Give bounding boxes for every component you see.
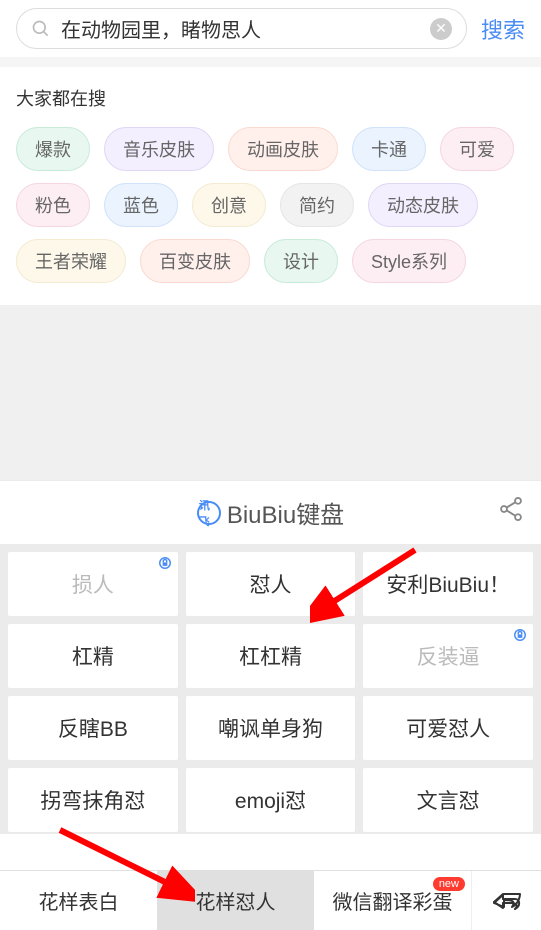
trending-title: 大家都在搜 [16, 85, 525, 111]
keyboard-cell[interactable]: 安利BiuBiu！ [363, 552, 533, 616]
trending-tag[interactable]: 设计 [264, 239, 338, 283]
keyboard-header: 讯飞 BiuBiu键盘 [0, 480, 541, 544]
trending-tag[interactable]: Style系列 [352, 239, 466, 283]
keyboard-cell[interactable]: 杠杠精 [186, 624, 356, 688]
keyboard-cell[interactable]: 拐弯抹角怼 [8, 768, 178, 832]
trending-tag[interactable]: 蓝色 [104, 183, 178, 227]
keyboard-cell[interactable]: 可爱怼人 [363, 696, 533, 760]
keyboard-cell[interactable]: 怼人 [186, 552, 356, 616]
share-button[interactable] [497, 495, 525, 528]
trending-tag[interactable]: 动态皮肤 [368, 183, 478, 227]
search-icon [31, 19, 51, 39]
search-input[interactable] [61, 17, 420, 40]
keyboard-cell[interactable]: 嘲讽单身狗 [186, 696, 356, 760]
trending-tag[interactable]: 创意 [192, 183, 266, 227]
clear-icon[interactable]: ✕ [430, 18, 452, 40]
keyboard-cell[interactable]: 文言怼 [363, 768, 533, 832]
bottom-tab[interactable]: 花样表白 [0, 871, 157, 930]
bottom-bar: 花样表白花样怼人微信翻译彩蛋new [0, 870, 541, 930]
trending-tag[interactable]: 王者荣耀 [16, 239, 126, 283]
keyboard-cell[interactable]: 损人 [8, 552, 178, 616]
trending-section: 大家都在搜 爆款音乐皮肤动画皮肤卡通可爱粉色蓝色创意简约动态皮肤王者荣耀百变皮肤… [0, 67, 541, 305]
keyboard-body: 损人怼人安利BiuBiu！ 杠精杠杠精反装逼反瞎BB嘲讽单身狗可爱怼人拐弯抹角怼e… [0, 544, 541, 834]
keyboard-title: BiuBiu键盘 [227, 495, 344, 530]
iflytek-logo-icon: 讯飞 [197, 501, 221, 525]
trending-tag[interactable]: 简约 [280, 183, 354, 227]
keyboard-cell[interactable]: 反装逼 [363, 624, 533, 688]
trending-tag[interactable]: 爆款 [16, 127, 90, 171]
trending-tag[interactable]: 动画皮肤 [228, 127, 338, 171]
keyboard-cell[interactable]: 反瞎BB [8, 696, 178, 760]
search-button[interactable]: 搜索 [481, 13, 525, 45]
trending-tag[interactable]: 百变皮肤 [140, 239, 250, 283]
trending-tag[interactable]: 卡通 [352, 127, 426, 171]
keyboard-cell[interactable]: 杠精 [8, 624, 178, 688]
trending-tag[interactable]: 音乐皮肤 [104, 127, 214, 171]
lock-icon [513, 628, 527, 646]
bottom-tab[interactable]: 花样怼人 [157, 871, 314, 930]
lock-icon [158, 556, 172, 574]
content-spacer [0, 305, 541, 480]
keyboard-cell[interactable]: emoji怼 [186, 768, 356, 832]
share-icon [497, 495, 525, 523]
back-icon [490, 889, 524, 913]
bottom-tab[interactable]: 微信翻译彩蛋new [314, 871, 471, 930]
divider [0, 57, 541, 67]
trending-tag[interactable]: 可爱 [440, 127, 514, 171]
new-badge: new [433, 877, 465, 891]
search-box[interactable]: ✕ [16, 8, 467, 49]
back-button[interactable] [471, 871, 541, 930]
trending-tag[interactable]: 粉色 [16, 183, 90, 227]
